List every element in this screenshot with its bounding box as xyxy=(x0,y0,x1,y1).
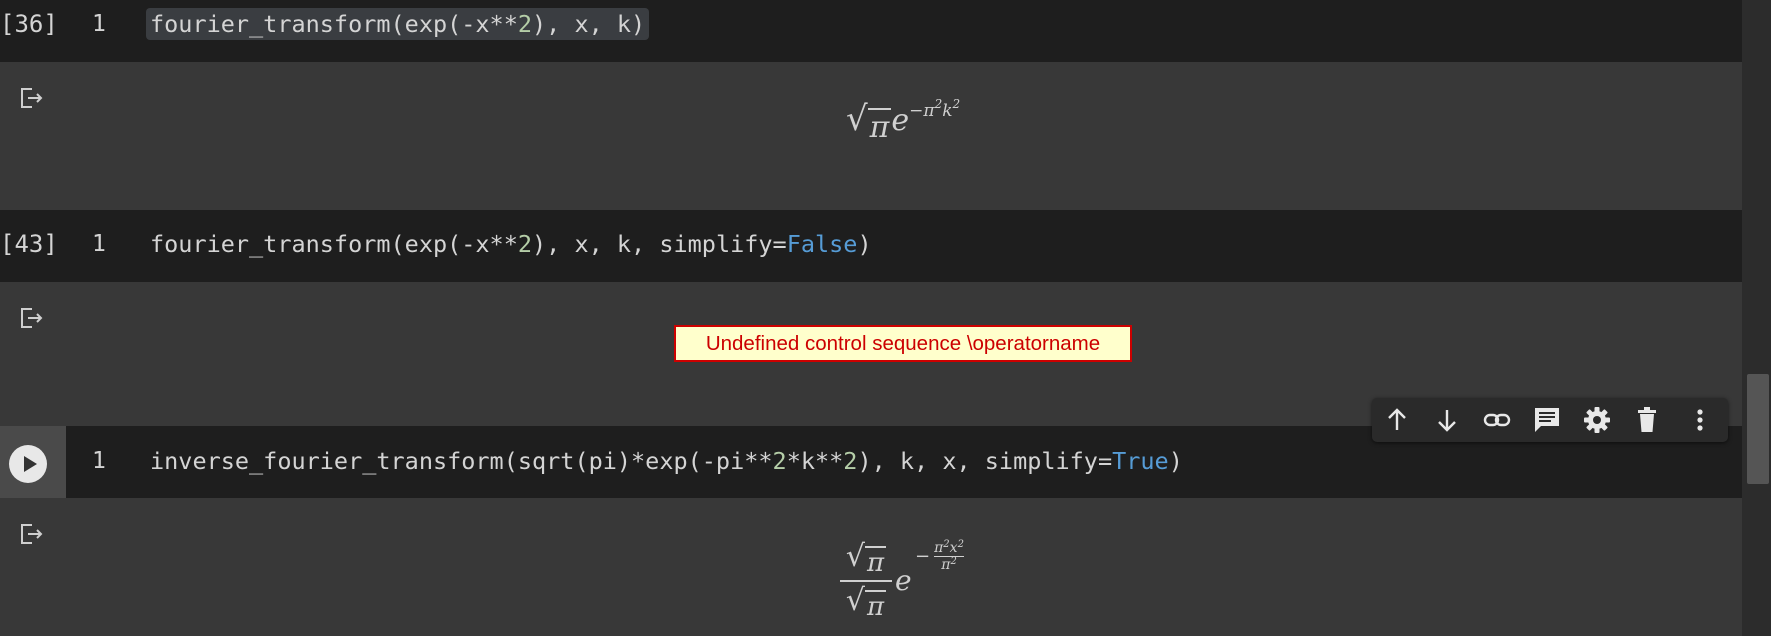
cell-toolbar xyxy=(1372,398,1728,442)
output-icon[interactable] xyxy=(19,306,43,330)
run-cell-button[interactable] xyxy=(9,445,47,483)
code-token: inverse_fourier_transform(sqrt(pi)*exp(-… xyxy=(150,447,773,475)
move-up-icon[interactable] xyxy=(1382,405,1412,435)
code-token: ), k, x, simplify= xyxy=(857,447,1113,475)
delete-icon[interactable] xyxy=(1632,405,1662,435)
output-math-1: √ π e−π2k2 xyxy=(846,97,961,145)
code-cell-2[interactable]: [43] 1 fourier_transform(exp(-x**2), x, … xyxy=(0,210,1742,282)
code-number: 2 xyxy=(517,10,533,38)
sqrt-expression: √ π xyxy=(846,99,892,145)
output-icon[interactable] xyxy=(19,86,43,110)
output-math-3: √ π √ π e − π2x2 π2 xyxy=(840,539,1020,632)
line-number: 1 xyxy=(92,448,106,474)
scrollbar-thumb[interactable] xyxy=(1747,374,1769,484)
code-line[interactable]: inverse_fourier_transform(sqrt(pi)*exp(-… xyxy=(150,447,1183,475)
more-icon[interactable] xyxy=(1685,405,1715,435)
fraction: √ π √ π xyxy=(840,540,892,622)
code-cell-1[interactable]: [36] 1 fourier_transform(exp(-x**2), x, … xyxy=(0,0,1742,62)
code-number: 2 xyxy=(772,447,787,475)
link-icon[interactable] xyxy=(1482,405,1512,435)
settings-icon[interactable] xyxy=(1582,405,1612,435)
line-number: 1 xyxy=(92,231,106,257)
code-token: ), x, k) xyxy=(532,10,646,38)
error-message: Undefined control sequence \operatorname xyxy=(674,325,1132,362)
execution-count: [43] xyxy=(0,230,58,258)
code-token: ), x, k, simplify= xyxy=(532,230,787,258)
run-cell-gutter xyxy=(0,426,66,498)
code-token: ) xyxy=(1168,447,1183,475)
math-base: e xyxy=(891,103,910,138)
math-base: e xyxy=(895,564,912,597)
code-token: fourier_transform(exp(-x** xyxy=(150,230,518,258)
comment-icon[interactable] xyxy=(1532,405,1562,435)
code-keyword: False xyxy=(786,230,858,258)
code-number: 2 xyxy=(517,230,533,258)
scrollbar[interactable] xyxy=(1742,0,1771,636)
line-number: 1 xyxy=(92,11,106,37)
code-token: *k** xyxy=(786,447,844,475)
move-down-icon[interactable] xyxy=(1432,405,1462,435)
code-line[interactable]: fourier_transform(exp(-x**2), x, k, simp… xyxy=(150,230,872,258)
code-number: 2 xyxy=(843,447,858,475)
code-keyword: True xyxy=(1112,447,1169,475)
output-icon[interactable] xyxy=(19,522,43,546)
code-token: fourier_transform(exp(-x** xyxy=(150,10,518,38)
math-exponent: −π2k2 xyxy=(909,97,961,121)
code-line[interactable]: fourier_transform(exp(-x**2), x, k) xyxy=(146,8,650,40)
code-token: ) xyxy=(857,230,872,258)
execution-count: [36] xyxy=(0,10,58,38)
math-exponent: − π2x2 π2 xyxy=(915,539,964,573)
